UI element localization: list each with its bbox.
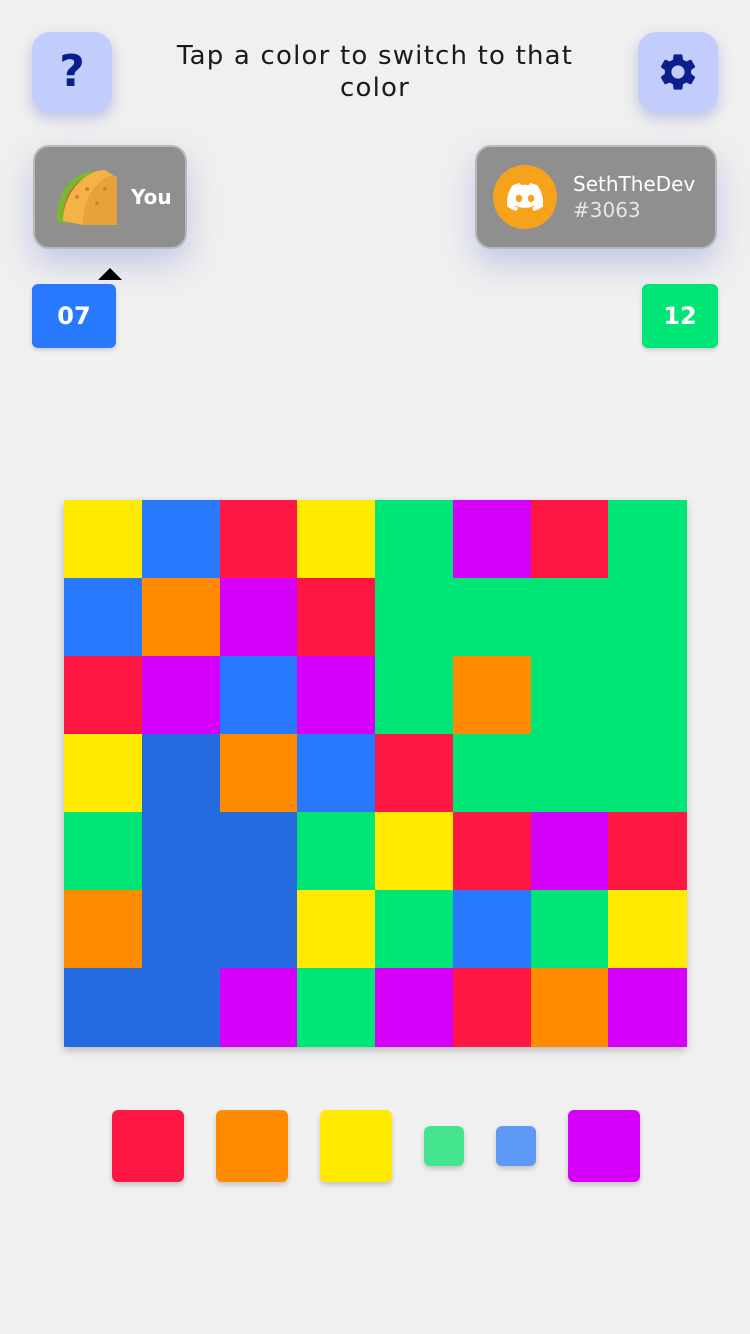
board-cell	[375, 500, 454, 579]
opponent-tag: #3063	[573, 198, 641, 222]
board-cell	[530, 578, 609, 657]
board-cell	[452, 578, 531, 657]
board-cell	[297, 578, 376, 657]
board-cell	[219, 890, 298, 969]
score-badge-opponent: 12	[642, 284, 718, 348]
board-cell	[64, 968, 143, 1047]
gear-icon	[660, 54, 696, 90]
board-cell	[219, 500, 298, 579]
board-cell	[530, 500, 609, 579]
board-cell	[452, 890, 531, 969]
board-cell	[141, 968, 220, 1047]
opponent-avatar	[493, 165, 557, 229]
taco-icon	[57, 170, 117, 225]
board-cell	[297, 890, 376, 969]
board-cell	[608, 890, 687, 969]
board-cell	[297, 734, 376, 813]
discord-icon	[507, 183, 543, 211]
board-cell	[64, 578, 143, 657]
game-board	[64, 500, 687, 1047]
board-cell	[219, 812, 298, 891]
color-swatch-yellow[interactable]	[320, 1110, 392, 1182]
board-cell	[64, 500, 143, 579]
board-cell	[141, 812, 220, 891]
board-cell	[64, 656, 143, 735]
board-cell	[375, 890, 454, 969]
board-cell	[608, 812, 687, 891]
question-mark-icon: ?	[59, 46, 85, 97]
color-swatch-orange[interactable]	[216, 1110, 288, 1182]
board-cell	[141, 734, 220, 813]
color-swatch-purple[interactable]	[568, 1110, 640, 1182]
board-cell	[452, 656, 531, 735]
help-button[interactable]: ?	[32, 32, 112, 112]
settings-button[interactable]	[638, 32, 718, 112]
player-card-opponent: SethTheDev #3063	[475, 145, 717, 249]
opponent-name: SethTheDev	[573, 172, 696, 196]
board-cell	[219, 734, 298, 813]
board-cell	[608, 500, 687, 579]
player-name-you: You	[131, 185, 172, 209]
board-cell	[141, 890, 220, 969]
board-cell	[608, 656, 687, 735]
board-cell	[64, 734, 143, 813]
color-swatch-blue	[496, 1126, 536, 1166]
board-cell	[141, 578, 220, 657]
board-cell	[297, 656, 376, 735]
board-cell	[297, 968, 376, 1047]
instruction-text: Tap a color to switch to that color	[176, 41, 574, 103]
board-cell	[452, 812, 531, 891]
board-cell	[64, 890, 143, 969]
color-swatch-red[interactable]	[112, 1110, 184, 1182]
board-cell	[375, 578, 454, 657]
board-cell	[141, 656, 220, 735]
player-card-you: You	[33, 145, 187, 249]
turn-indicator-icon	[98, 268, 122, 280]
board-cell	[530, 656, 609, 735]
board-cell	[219, 968, 298, 1047]
board-cell	[375, 968, 454, 1047]
board-cell	[375, 656, 454, 735]
board-cell	[452, 734, 531, 813]
score-badge-you: 07	[32, 284, 116, 348]
board-cell	[297, 500, 376, 579]
board-cell	[375, 734, 454, 813]
board-cell	[452, 500, 531, 579]
board-cell	[375, 812, 454, 891]
board-cell	[530, 968, 609, 1047]
board-cell	[608, 734, 687, 813]
board-cell	[530, 890, 609, 969]
board-cell	[608, 578, 687, 657]
board-cell	[64, 812, 143, 891]
board-cell	[219, 656, 298, 735]
color-swatch-green	[424, 1126, 464, 1166]
board-cell	[141, 500, 220, 579]
board-cell	[219, 578, 298, 657]
board-cell	[530, 734, 609, 813]
board-cell	[608, 968, 687, 1047]
board-cell	[530, 812, 609, 891]
board-cell	[452, 968, 531, 1047]
board-cell	[297, 812, 376, 891]
